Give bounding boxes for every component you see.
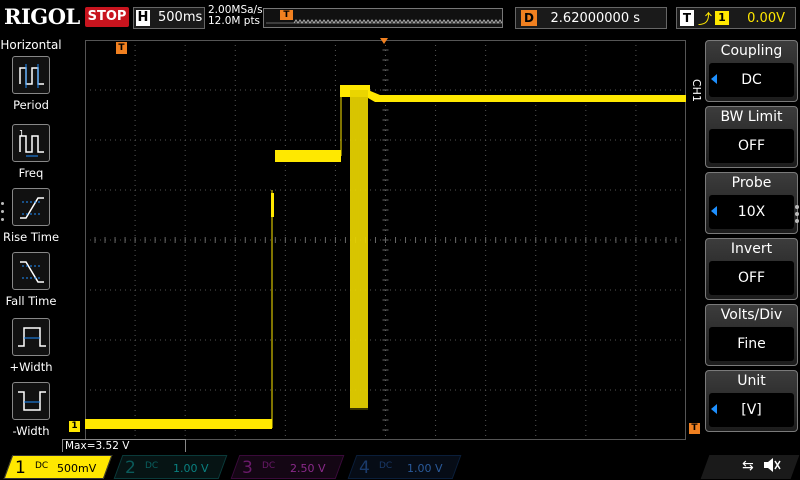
speaker-muted-icon[interactable] [762,456,782,474]
period-label: Period [13,98,49,112]
rise-time-label: Rise Time [2,230,60,244]
trace-mid-step [275,150,341,162]
menu-coupling[interactable]: Coupling DC [705,40,798,102]
fall-time-icon [12,252,50,290]
channel-number: 2 [125,458,136,478]
acquisition-info: 2.00MSa/s 12.0M pts [208,5,263,27]
menu-title: Volts/Div [720,307,783,323]
trigger-position-marker[interactable]: T [116,42,127,54]
freq-icon: 1 [12,124,50,162]
memory-depth: 12.0M pts [208,15,261,27]
channel-coupling: DC [145,461,159,471]
trigger-level-marker[interactable]: T [689,423,700,434]
menu-title: Unit [737,373,766,389]
scroll-dot [1,210,4,213]
timebase-display[interactable]: H 500ms [133,7,205,29]
trigger-point-arrow [380,38,388,44]
rise-time-icon [12,188,50,226]
menu-probe[interactable]: Probe 10X [705,172,798,234]
ch1-ground-marker[interactable]: 1 [69,421,80,432]
menu-volts-div[interactable]: Volts/Div Fine [705,304,798,366]
waveform-area[interactable] [85,40,686,440]
trigger-label: T [680,10,694,26]
menu-value: 10X [709,195,794,229]
measure-negative-width[interactable]: -Width [0,382,62,444]
negative-width-icon [12,382,50,420]
trace-high-segment [368,90,686,102]
measure-rise-time[interactable]: Rise Time [0,188,62,250]
brand-logo: RIGOL [4,4,80,29]
channel-1-status[interactable]: 1 DC 500mV [3,455,113,479]
channel-scale: 2.50 V [290,462,326,475]
menu-title: BW Limit [720,109,783,125]
channel-number: 4 [359,458,370,478]
scroll-dot [1,202,4,205]
rising-edge-icon: ⤴ [698,12,712,28]
memory-overview[interactable]: T [263,8,503,28]
channel-tab: CH1 [690,78,703,102]
trigger-level: 0.00V [747,11,785,26]
menu-title: Coupling [720,43,783,59]
svg-text:1: 1 [19,129,24,138]
graticule [85,40,686,440]
channel-number: 1 [15,458,26,478]
memory-overview-waveform [266,19,502,24]
channel-status-bar: 1 DC 500mV 2 DC 1.00 V 3 DC 2.50 V 4 DC … [0,452,800,480]
menu-title: Probe [731,175,772,191]
channel-scale: 1.00 V [173,462,209,475]
channel-4-status[interactable]: 4 DC 1.00 V [347,455,462,479]
channel-coupling: DC [262,461,276,471]
measurement-readout: Max=3.52 V [62,439,186,453]
left-arrow-icon [711,206,717,216]
measure-sidebar: Horizontal Period 1 Freq Rise Time Fall … [0,36,62,452]
scroll-dot [795,219,799,223]
channel-3-status[interactable]: 3 DC 2.50 V [230,455,345,479]
fall-time-label: Fall Time [5,294,57,308]
menu-invert[interactable]: Invert OFF [705,238,798,300]
trace-glitch [271,193,274,217]
top-status-bar: RIGOL STOP H 500ms 2.00MSa/s 12.0M pts T… [0,0,800,36]
measure-freq[interactable]: 1 Freq [0,124,62,186]
trace-low-segment [85,419,272,429]
scroll-dot [795,212,799,216]
usb-icon: ⇆ [742,458,754,474]
measure-fall-time[interactable]: Fall Time [0,252,62,314]
trigger-source: 1 [715,11,729,25]
sidebar-title: Horizontal [0,38,62,52]
delay-value: 2.62000000 s [550,11,640,26]
delay-display[interactable]: D 2.62000000 s [515,7,667,29]
channel-coupling: DC [379,461,393,471]
menu-value: DC [709,63,794,97]
delay-label: D [521,10,537,26]
scroll-dot [795,205,799,209]
menu-value: Fine [709,327,794,361]
menu-value: [V] [709,393,794,427]
channel-menu: Coupling DC BW Limit OFF Probe 10X Inver… [705,40,800,436]
menu-title: Invert [730,241,773,257]
measure-period[interactable]: Period [0,56,62,118]
timebase-value: 500ms [158,10,203,25]
positive-width-label: +Width [9,360,53,374]
left-arrow-icon [711,404,717,414]
scroll-dot [1,218,4,221]
channel-coupling: DC [35,461,49,471]
menu-value: OFF [709,129,794,163]
channel-number: 3 [242,458,253,478]
menu-value: OFF [709,261,794,295]
positive-width-icon [12,318,50,356]
menu-unit[interactable]: Unit [V] [705,370,798,432]
timebase-label: H [136,10,150,26]
channel-scale: 500mV [57,462,97,475]
negative-width-label: -Width [12,424,50,438]
trigger-display[interactable]: T ⤴ 1 0.00V [676,7,796,29]
measure-positive-width[interactable]: +Width [0,318,62,380]
left-arrow-icon [711,74,717,84]
memory-trigger-marker: T [280,10,293,20]
channel-2-status[interactable]: 2 DC 1.00 V [113,455,228,479]
run-stop-indicator[interactable]: STOP [85,7,129,27]
period-icon [12,56,50,94]
menu-bw-limit[interactable]: BW Limit OFF [705,106,798,168]
freq-label: Freq [18,166,44,180]
channel-scale: 1.00 V [407,462,443,475]
